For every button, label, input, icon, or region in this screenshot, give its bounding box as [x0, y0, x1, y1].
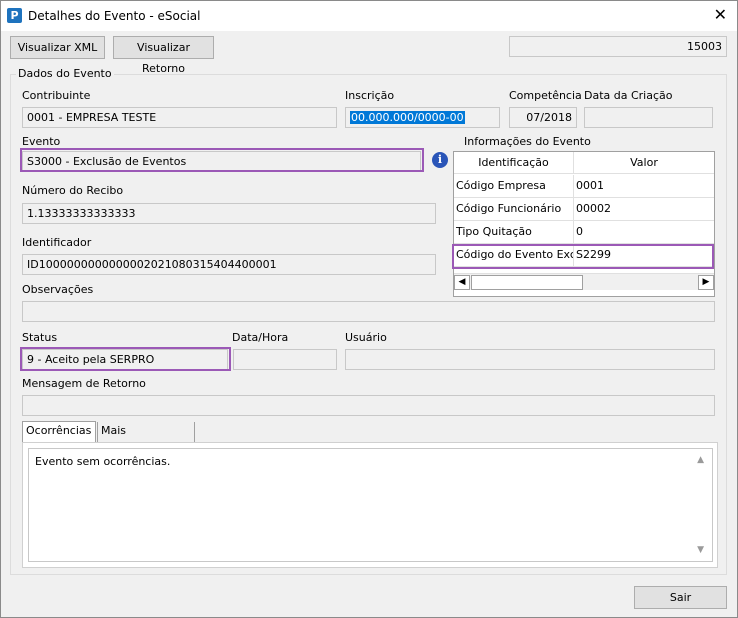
tab-mais-informacoes[interactable]: Mais Informações	[97, 422, 195, 455]
mensagem-field[interactable]	[22, 395, 715, 416]
grid-header-valor[interactable]: Valor	[574, 152, 714, 174]
info-icon[interactable]: i	[432, 152, 448, 168]
grid-header-identificacao[interactable]: Identificação	[454, 152, 574, 174]
scroll-down-icon[interactable]: ▼	[697, 545, 704, 555]
competencia-field[interactable]: 07/2018	[509, 107, 577, 128]
recibo-label: Número do Recibo	[22, 184, 124, 197]
event-details-window: P Detalhes do Evento - eSocial ✕ Visuali…	[0, 0, 738, 618]
evento-highlight	[20, 148, 424, 172]
scroll-left-icon[interactable]: ◀	[454, 275, 470, 290]
usuario-label: Usuário	[345, 331, 387, 344]
recibo-field[interactable]: 1.13333333333333	[22, 203, 436, 224]
grid-row[interactable]: Código Empresa 0001	[454, 175, 714, 198]
view-xml-button[interactable]: Visualizar XML	[10, 36, 105, 59]
sair-button[interactable]: Sair	[634, 586, 727, 609]
contribuinte-label: Contribuinte	[22, 89, 91, 102]
grid-cell-identificacao: Tipo Quitação	[454, 221, 574, 243]
grid-header: Identificação Valor	[454, 152, 714, 174]
app-logo-icon: P	[7, 8, 22, 23]
observacoes-label: Observações	[22, 283, 94, 296]
grid-cell-identificacao: Código Empresa	[454, 175, 574, 197]
identificador-label: Identificador	[22, 236, 92, 249]
ocorrencias-text: Evento sem ocorrências.	[35, 455, 171, 468]
event-id-field: 15003	[509, 36, 727, 57]
view-retorno-button[interactable]: Visualizar Retorno	[113, 36, 214, 75]
data-criacao-field[interactable]	[584, 107, 713, 128]
info-evento-grid[interactable]: Identificação Valor Código Empresa 0001 …	[453, 151, 715, 297]
grid-cell-valor: 0	[576, 225, 583, 238]
usuario-field[interactable]	[345, 349, 715, 370]
window-title: Detalhes do Evento - eSocial	[28, 9, 201, 23]
close-icon[interactable]: ✕	[714, 6, 727, 24]
grid-row[interactable]: Tipo Quitação 0	[454, 221, 714, 244]
grid-cell-identificacao: Código Funcionário	[454, 198, 574, 220]
scroll-right-icon[interactable]: ▶	[698, 275, 714, 290]
scroll-thumb[interactable]	[471, 275, 583, 290]
tab-ocorrencias[interactable]: Ocorrências	[22, 421, 96, 443]
competencia-label: Competência	[509, 89, 582, 102]
scroll-up-icon[interactable]: ▲	[697, 455, 704, 465]
observacoes-field[interactable]	[22, 301, 715, 322]
data-criacao-label: Data da Criação	[584, 89, 673, 102]
grid-row[interactable]: Código Funcionário 00002	[454, 198, 714, 221]
status-highlight	[20, 347, 231, 371]
dados-evento-legend: Dados do Evento	[16, 67, 114, 80]
grid-horizontal-scrollbar[interactable]: ◀ ▶	[454, 273, 714, 290]
inscricao-field[interactable]: 00.000.000/0000-00	[345, 107, 500, 128]
codigo-evento-highlight	[452, 244, 714, 269]
contribuinte-field[interactable]: 0001 - EMPRESA TESTE	[22, 107, 337, 128]
evento-label: Evento	[22, 135, 61, 148]
title-bar: P Detalhes do Evento - eSocial ✕	[1, 1, 737, 31]
info-evento-title: Informações do Evento	[464, 135, 591, 148]
datahora-label: Data/Hora	[232, 331, 289, 344]
inscricao-selected-text: 00.000.000/0000-00	[350, 111, 465, 124]
datahora-field[interactable]	[233, 349, 337, 370]
status-label: Status	[22, 331, 58, 344]
inscricao-label: Inscrição	[345, 89, 395, 102]
mensagem-label: Mensagem de Retorno	[22, 377, 146, 390]
ocorrencias-panel: Evento sem ocorrências. ▲ ▼	[22, 442, 718, 568]
grid-cell-valor: 0001	[576, 179, 604, 192]
identificador-field[interactable]: ID1000000000000002021080315404400001	[22, 254, 436, 275]
grid-cell-valor: 00002	[576, 202, 611, 215]
ocorrencias-textarea[interactable]: Evento sem ocorrências. ▲ ▼	[28, 448, 713, 562]
